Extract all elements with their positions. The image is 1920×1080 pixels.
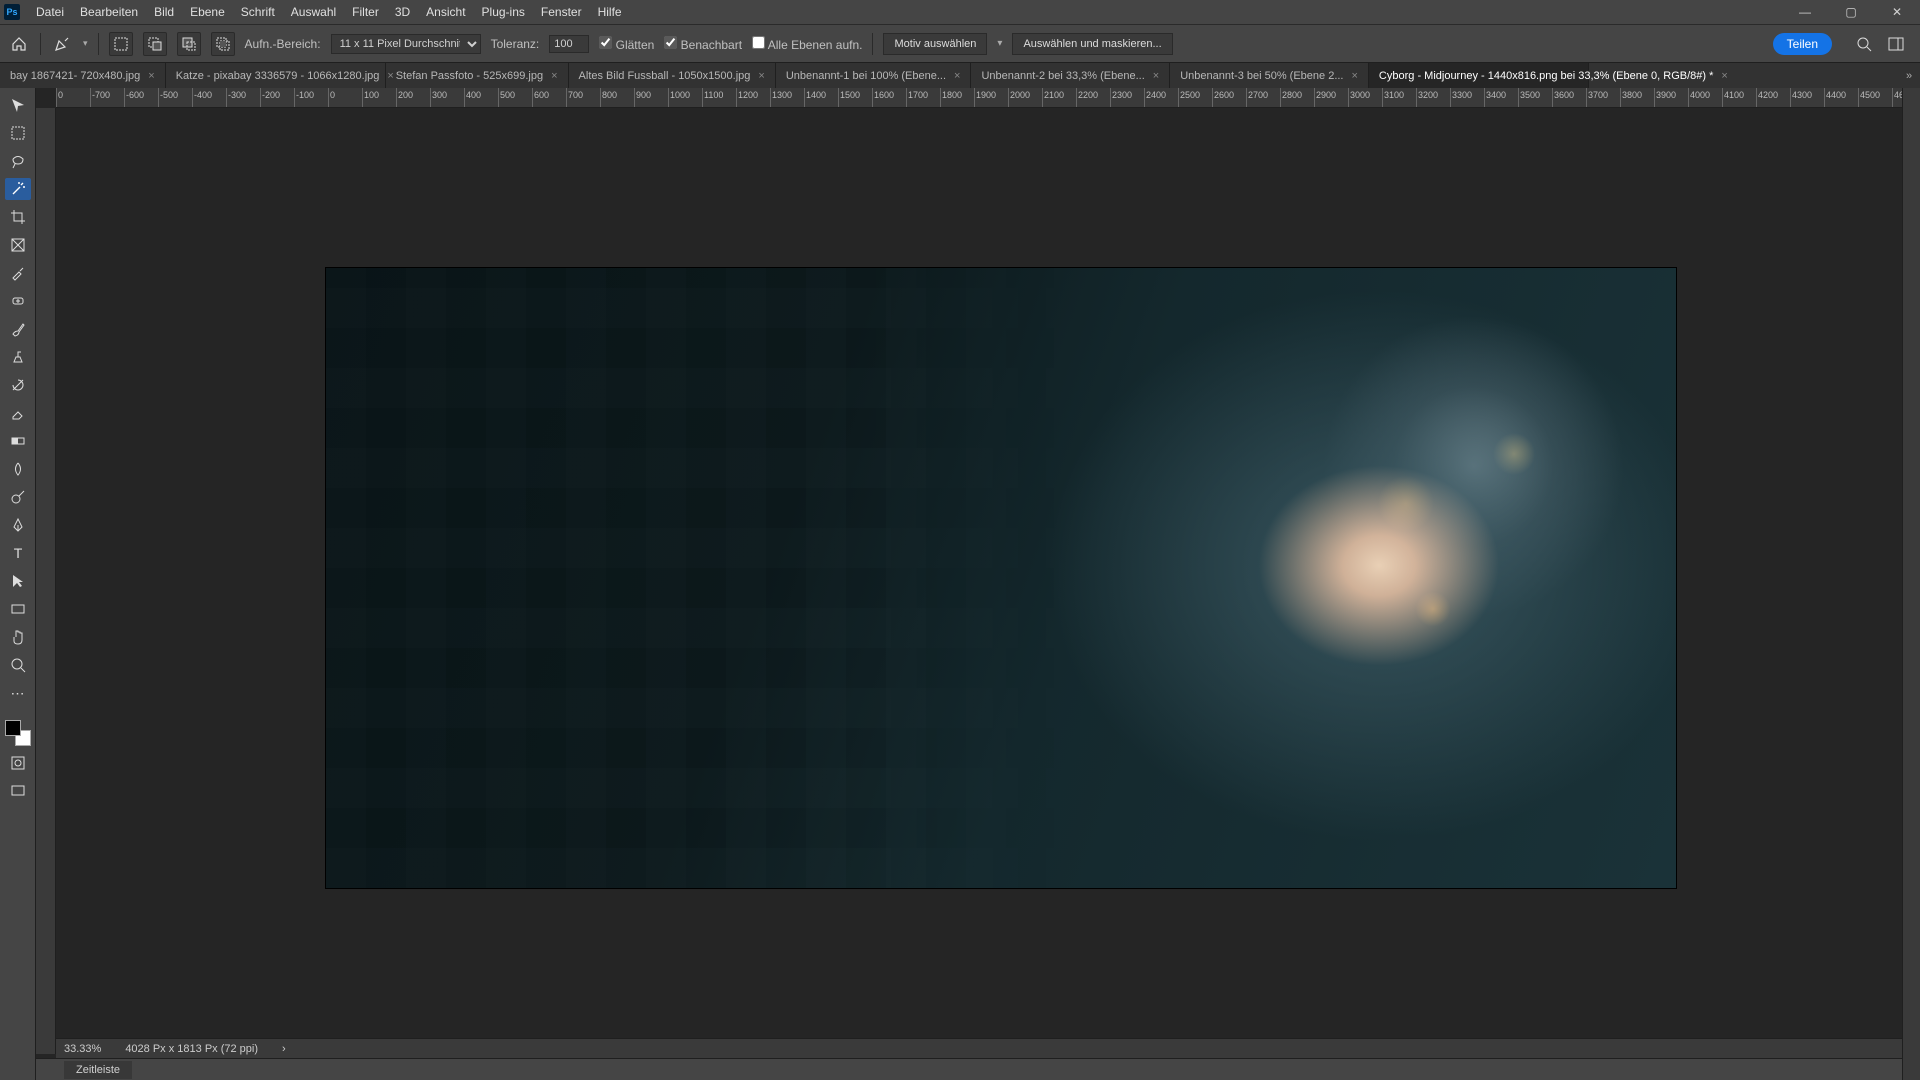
home-button[interactable] — [8, 33, 30, 55]
screen-mode-icon[interactable] — [5, 780, 31, 802]
brush-tool[interactable] — [5, 318, 31, 340]
crop-tool[interactable] — [5, 206, 31, 228]
selection-new-icon[interactable] — [109, 32, 133, 56]
close-icon[interactable]: × — [1351, 70, 1357, 82]
document-tab[interactable]: bay 1867421- 720x480.jpg× — [0, 63, 166, 88]
canvas-zone: 0-700-600-500-400-300-200-10001002003004… — [36, 88, 1902, 1080]
work-area: T ⋯ 0-700-600-500-400-300-200-1000100200… — [0, 88, 1920, 1080]
sample-all-layers-checkbox[interactable]: Alle Ebenen aufn. — [752, 36, 862, 52]
dodge-tool[interactable] — [5, 486, 31, 508]
marquee-tool[interactable] — [5, 122, 31, 144]
document-tab[interactable]: Unbenannt-1 bei 100% (Ebene...× — [776, 63, 972, 88]
menu-ansicht[interactable]: Ansicht — [418, 5, 473, 19]
menu-bild[interactable]: Bild — [146, 5, 182, 19]
tabs-overflow-icon[interactable]: » — [1898, 63, 1920, 88]
blur-tool[interactable] — [5, 458, 31, 480]
window-close-button[interactable]: ✕ — [1874, 0, 1920, 24]
svg-text:T: T — [13, 545, 22, 561]
rectangle-tool[interactable] — [5, 598, 31, 620]
close-icon[interactable]: × — [1153, 70, 1159, 82]
tolerance-input[interactable] — [549, 35, 589, 53]
lasso-tool[interactable] — [5, 150, 31, 172]
window-maximize-button[interactable]: ▢ — [1828, 0, 1874, 24]
menu-fenster[interactable]: Fenster — [533, 5, 590, 19]
close-icon[interactable]: × — [954, 70, 960, 82]
document-tab[interactable]: Altes Bild Fussball - 1050x1500.jpg× — [569, 63, 776, 88]
frame-tool[interactable] — [5, 234, 31, 256]
hand-tool[interactable] — [5, 626, 31, 648]
close-icon[interactable]: × — [148, 70, 154, 82]
share-button[interactable]: Teilen — [1773, 33, 1832, 55]
menu-plugins[interactable]: Plug-ins — [474, 5, 533, 19]
app-icon: Ps — [4, 4, 20, 20]
document-tab[interactable]: Stefan Passfoto - 525x699.jpg× — [386, 63, 569, 88]
selection-subtract-icon[interactable] — [177, 32, 201, 56]
edit-toolbar-icon[interactable]: ⋯ — [5, 682, 31, 704]
status-arrow-icon[interactable]: › — [282, 1043, 286, 1055]
selection-add-icon[interactable] — [143, 32, 167, 56]
vertical-ruler[interactable] — [36, 108, 56, 1054]
healing-brush-tool[interactable] — [5, 290, 31, 312]
workspace-icon[interactable] — [1888, 36, 1904, 52]
timeline-panel[interactable]: Zeitleiste — [36, 1058, 1902, 1080]
document-tab-active[interactable]: Cyborg - Midjourney - 1440x816.png bei 3… — [1369, 63, 1589, 88]
horizontal-ruler[interactable]: 0-700-600-500-400-300-200-10001002003004… — [56, 88, 1902, 108]
contiguous-checkbox[interactable]: Benachbart — [664, 36, 742, 52]
tolerance-label: Toleranz: — [491, 37, 540, 51]
eraser-tool[interactable] — [5, 402, 31, 424]
close-icon[interactable]: × — [1721, 70, 1727, 82]
gradient-tool[interactable] — [5, 430, 31, 452]
toolbox: T ⋯ — [0, 88, 36, 1080]
quick-mask-icon[interactable] — [5, 752, 31, 774]
menu-schrift[interactable]: Schrift — [233, 5, 283, 19]
document-tab[interactable]: Katze - pixabay 3336579 - 1066x1280.jpg× — [166, 63, 386, 88]
options-bar: ▾ Aufn.-Bereich: 11 x 11 Pixel Durchschn… — [0, 24, 1920, 62]
clone-stamp-tool[interactable] — [5, 346, 31, 368]
eyedropper-tool[interactable] — [5, 262, 31, 284]
timeline-tab[interactable]: Zeitleiste — [64, 1061, 132, 1079]
search-icon[interactable] — [1856, 36, 1872, 52]
color-swatches[interactable] — [5, 720, 31, 746]
select-and-mask-button[interactable]: Auswählen und maskieren... — [1012, 33, 1172, 55]
sample-size-select[interactable]: 11 x 11 Pixel Durchschnitt — [331, 34, 481, 54]
document-tab[interactable]: Unbenannt-2 bei 33,3% (Ebene...× — [971, 63, 1170, 88]
select-subject-button[interactable]: Motiv auswählen — [883, 33, 987, 55]
menu-ebene[interactable]: Ebene — [182, 5, 233, 19]
history-brush-tool[interactable] — [5, 374, 31, 396]
pen-tool[interactable] — [5, 514, 31, 536]
menu-auswahl[interactable]: Auswahl — [283, 5, 344, 19]
menu-hilfe[interactable]: Hilfe — [590, 5, 630, 19]
menu-datei[interactable]: Datei — [28, 5, 72, 19]
path-selection-tool[interactable] — [5, 570, 31, 592]
move-tool[interactable] — [5, 94, 31, 116]
type-tool[interactable]: T — [5, 542, 31, 564]
window-minimize-button[interactable]: — — [1782, 0, 1828, 24]
canvas[interactable] — [56, 108, 1902, 1038]
menu-3d[interactable]: 3D — [387, 5, 418, 19]
chevron-down-icon[interactable]: ▾ — [997, 38, 1002, 49]
document-tabs: bay 1867421- 720x480.jpg× Katze - pixaba… — [0, 62, 1920, 88]
menu-bar: Ps Datei Bearbeiten Bild Ebene Schrift A… — [0, 0, 1920, 24]
status-bar: 33.33% 4028 Px x 1813 Px (72 ppi) › — [56, 1038, 1902, 1058]
right-dock[interactable] — [1902, 88, 1920, 1080]
sample-size-label: Aufn.-Bereich: — [245, 37, 321, 51]
close-icon[interactable]: × — [758, 70, 764, 82]
document-tab[interactable]: Unbenannt-3 bei 50% (Ebene 2...× — [1170, 63, 1369, 88]
close-icon[interactable]: × — [551, 70, 557, 82]
window-controls: — ▢ ✕ — [1782, 0, 1920, 24]
zoom-tool[interactable] — [5, 654, 31, 676]
document-info[interactable]: 4028 Px x 1813 Px (72 ppi) — [125, 1043, 258, 1055]
selection-intersect-icon[interactable] — [211, 32, 235, 56]
document-image[interactable] — [326, 268, 1676, 888]
zoom-level[interactable]: 33.33% — [64, 1043, 101, 1055]
antialias-checkbox[interactable]: Glätten — [599, 36, 654, 52]
current-tool-icon[interactable] — [51, 33, 73, 55]
menu-bearbeiten[interactable]: Bearbeiten — [72, 5, 146, 19]
magic-wand-tool[interactable] — [5, 178, 31, 200]
menu-filter[interactable]: Filter — [344, 5, 387, 19]
